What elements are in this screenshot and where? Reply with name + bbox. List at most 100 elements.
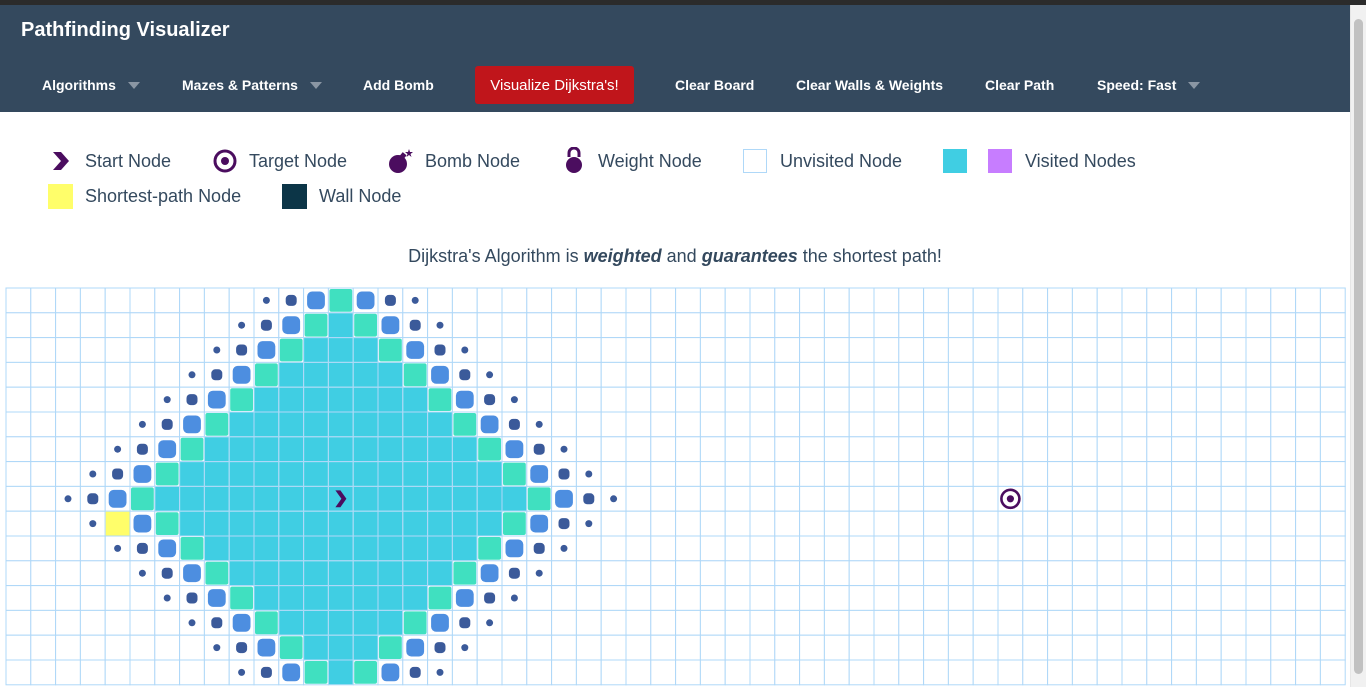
grid-cell[interactable] [1146,560,1173,587]
grid-cell[interactable] [129,609,156,636]
grid-cell[interactable] [1295,361,1321,388]
grid-cell[interactable] [104,337,131,363]
grid-cell[interactable] [749,361,776,388]
grid-cell[interactable] [749,634,776,661]
grid-cell[interactable] [923,337,949,363]
grid-cell[interactable] [650,337,677,363]
grid-cell[interactable] [898,560,925,587]
grid-cell[interactable] [873,287,900,314]
grid-cell[interactable] [55,386,81,413]
grid-cell[interactable] [823,634,850,661]
grid-cell[interactable] [1220,436,1247,463]
grid-cell[interactable] [997,436,1024,463]
grid-cell[interactable] [1047,436,1073,463]
grid-cell[interactable] [575,337,602,363]
grid-cell[interactable] [1319,535,1346,562]
grid-cell[interactable] [823,361,850,388]
grid-cell[interactable] [848,411,875,438]
grid-cell[interactable] [848,659,875,686]
grid-cell[interactable] [799,386,825,413]
grid-cell[interactable] [30,585,57,611]
grid-cell[interactable] [898,411,925,438]
grid-cell[interactable] [1146,485,1173,512]
grid-cell[interactable] [1245,461,1272,487]
grid-cell[interactable] [179,312,205,339]
grid-cell[interactable] [947,436,974,463]
grid-cell[interactable] [501,609,528,636]
grid-cell[interactable] [724,386,751,413]
grid-cell[interactable] [848,337,875,363]
grid-cell[interactable] [1096,634,1123,661]
grid-cell[interactable] [1022,312,1049,339]
grid-cell[interactable] [1096,609,1123,636]
grid-cell[interactable] [699,560,726,587]
grid-cell[interactable] [1171,287,1197,314]
grid-cell[interactable] [154,609,181,636]
grid-cell[interactable] [5,585,32,611]
grid-cell[interactable] [848,510,875,537]
grid-cell[interactable] [1220,485,1247,512]
grid-cell[interactable] [724,585,751,611]
grid-cell[interactable] [923,585,949,611]
grid-cell[interactable] [823,436,850,463]
grid-cell[interactable] [551,361,577,388]
grid-cell[interactable] [1146,436,1173,463]
grid-cell[interactable] [5,461,32,487]
grid-cell[interactable] [600,585,627,611]
grid-cell[interactable] [749,312,776,339]
grid-cell[interactable] [923,411,949,438]
grid-cell[interactable] [1295,461,1321,487]
grid-cell[interactable] [774,535,801,562]
grid-cell[interactable] [1295,485,1321,512]
grid-cell[interactable] [1171,386,1197,413]
grid-cell[interactable] [1146,535,1173,562]
grid-cell[interactable] [997,659,1024,686]
grid-cell[interactable] [873,609,900,636]
grid-cell[interactable] [724,337,751,363]
grid-cell[interactable] [526,386,553,413]
grid-cell[interactable] [104,585,131,611]
grid-cell[interactable] [972,312,999,339]
grid-cell[interactable] [1319,386,1346,413]
grid-cell[interactable] [699,634,726,661]
grid-cell[interactable] [501,634,528,661]
grid-cell[interactable] [1022,461,1049,487]
grid-cell[interactable] [923,609,949,636]
grid-cell[interactable] [1195,312,1222,339]
grid-cell[interactable] [1171,361,1197,388]
grid-cell[interactable] [1220,535,1247,562]
grid-cell[interactable] [675,411,701,438]
grid-cell[interactable] [774,411,801,438]
grid-cell[interactable] [873,361,900,388]
grid-cell[interactable] [724,535,751,562]
grid-cell[interactable] [1047,337,1073,363]
grid-cell[interactable] [625,585,652,611]
grid-cell[interactable] [1121,659,1148,686]
grid-cell[interactable] [1171,461,1197,487]
grid-cell[interactable] [972,485,999,512]
grid-cell[interactable] [898,609,925,636]
grid-cell[interactable] [79,609,106,636]
grid-cell[interactable] [1295,337,1321,363]
grid-cell[interactable] [551,609,577,636]
grid-cell[interactable] [154,312,181,339]
grid-cell[interactable] [898,585,925,611]
grid-cell[interactable] [873,510,900,537]
grid-cell[interactable] [55,634,81,661]
grid-cell[interactable] [898,659,925,686]
grid-cell[interactable] [675,659,701,686]
grid-cell[interactable] [1245,485,1272,512]
grid-cell[interactable] [1022,535,1049,562]
grid-cell[interactable] [1096,312,1123,339]
grid-cell[interactable] [774,510,801,537]
grid-cell[interactable] [724,411,751,438]
grid-cell[interactable] [1071,386,1098,413]
grid-cell[interactable] [1071,585,1098,611]
grid-cell[interactable] [1096,560,1123,587]
grid-cell[interactable] [1295,287,1321,314]
grid-cell[interactable] [1245,337,1272,363]
grid-cell[interactable] [1146,609,1173,636]
grid-cell[interactable] [724,436,751,463]
grid-cell[interactable] [1195,634,1222,661]
grid-cell[interactable] [5,361,32,388]
